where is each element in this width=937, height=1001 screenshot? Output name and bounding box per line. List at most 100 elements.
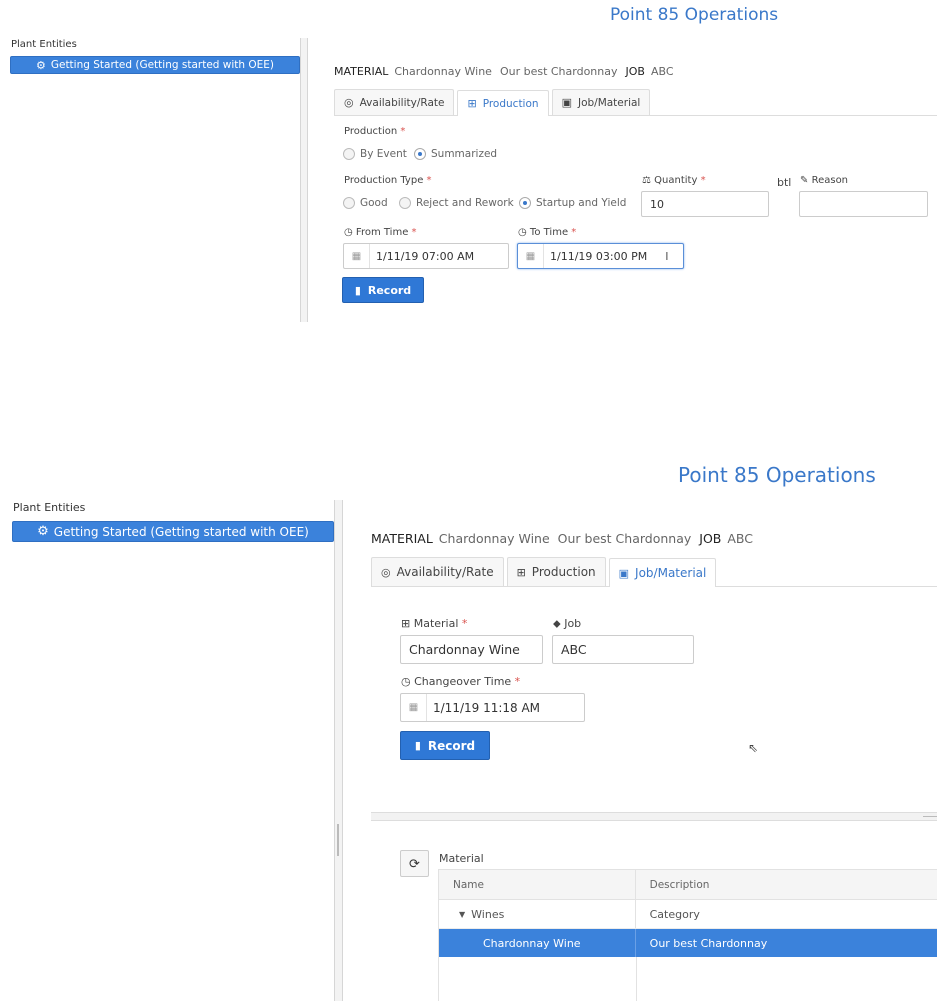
- material-desc: Our best Chardonnay: [499, 65, 618, 78]
- clock-icon: ◷: [344, 227, 353, 238]
- sitemap-icon: ⊞: [467, 97, 477, 110]
- gear-icon: ⚙: [37, 524, 49, 539]
- splitter-grip: [923, 816, 937, 817]
- pencil-icon: ✎: [800, 175, 809, 186]
- from-time-label: ◷ From Time *: [344, 227, 417, 238]
- tab-production[interactable]: ⊞ Production: [457, 90, 549, 116]
- tab-label: Production: [531, 565, 596, 579]
- required-marker: *: [571, 227, 577, 238]
- entity-button[interactable]: ⚙ Getting Started (Getting started with …: [10, 56, 300, 74]
- job-input[interactable]: ABC: [552, 635, 694, 664]
- job-key: JOB: [699, 531, 722, 546]
- to-time-label: ◷ To Time *: [518, 227, 576, 238]
- unit-label: btl: [777, 176, 792, 189]
- radio-summarized[interactable]: Summarized: [414, 148, 497, 160]
- material-label: ⊞ Material *: [401, 617, 467, 630]
- to-time-value: 1/11/19 03:00 PM: [550, 249, 648, 263]
- book-icon: ▮: [354, 283, 361, 297]
- radio-dot: [343, 197, 355, 209]
- radio-by-event[interactable]: By Event: [343, 148, 407, 160]
- required-marker: *: [700, 175, 706, 186]
- description-cell: Category: [649, 907, 700, 921]
- horizontal-splitter[interactable]: [371, 812, 937, 821]
- entity-button-label: Getting Started (Getting started with OE…: [53, 524, 309, 539]
- caret-down-icon[interactable]: ▼: [459, 910, 465, 919]
- table-row-selected[interactable]: Chardonnay Wine Our best Chardonnay: [439, 929, 937, 957]
- tab-availability-rate[interactable]: ◎ Availability/Rate: [371, 557, 504, 586]
- record-button[interactable]: ▮ Record: [400, 731, 490, 760]
- sidebar-label: Plant Entities: [11, 39, 77, 50]
- record-button-label: Record: [427, 738, 476, 753]
- tab-job-material[interactable]: ▣ Job/Material: [551, 89, 651, 115]
- cube-icon: ▣: [618, 566, 630, 580]
- tab-bar: ◎ Availability/Rate ⊞ Production ▣ Job/Mate…: [334, 89, 937, 116]
- calendar-icon[interactable]: ▦: [518, 244, 544, 268]
- calendar-icon[interactable]: ▦: [401, 694, 427, 721]
- tab-availability-rate[interactable]: ◎ Availability/Rate: [334, 89, 455, 115]
- context-line: MATERIAL Chardonnay Wine Our best Chardonn…: [334, 65, 682, 78]
- clock-icon: ◷: [518, 227, 527, 238]
- required-marker: *: [400, 126, 406, 137]
- required-marker: *: [426, 175, 432, 186]
- sitemap-icon: ⊞: [516, 565, 526, 579]
- row-name: Wines: [471, 907, 505, 921]
- quantity-input[interactable]: 10: [641, 191, 769, 217]
- tab-label: Availability/Rate: [359, 96, 445, 109]
- table-row[interactable]: ▼ Wines Category: [439, 900, 937, 929]
- tag-icon: ⬥: [553, 617, 561, 630]
- cube-icon: ▣: [561, 96, 572, 109]
- text-cursor-icon: I: [665, 249, 669, 263]
- gauge-icon: ◎: [344, 96, 354, 109]
- radio-reject-rework[interactable]: Reject and Rework: [399, 197, 514, 209]
- tab-production[interactable]: ⊞ Production: [506, 557, 606, 586]
- material-name: Chardonnay Wine: [394, 65, 492, 78]
- tab-job-material[interactable]: ▣ Job/Material: [608, 558, 717, 587]
- material-name: Chardonnay Wine: [438, 531, 550, 546]
- screen-production: Point 85 Operations Plant Entities ⚙ Get…: [0, 0, 937, 322]
- grid-header: Name Description: [439, 870, 937, 900]
- radio-label: By Event: [360, 148, 407, 160]
- from-time-input[interactable]: ▦ 1/11/19 07:00 AM: [343, 243, 509, 269]
- tab-label: Availability/Rate: [396, 565, 494, 579]
- changeover-value: 1/11/19 11:18 AM: [433, 700, 541, 715]
- refresh-button[interactable]: ⟳: [400, 850, 429, 877]
- balance-icon: ⚖: [642, 175, 651, 186]
- calendar-icon[interactable]: ▦: [344, 244, 370, 268]
- mouse-pointer-icon: ⇖: [748, 741, 759, 755]
- reason-label: ✎ Reason: [800, 175, 848, 186]
- record-button[interactable]: ▮ Record: [342, 277, 424, 303]
- radio-label: Summarized: [431, 148, 498, 160]
- material-desc: Our best Chardonnay: [557, 531, 692, 546]
- splitter[interactable]: [334, 500, 343, 1001]
- material-key: MATERIAL: [334, 65, 389, 78]
- sidebar-label: Plant Entities: [13, 501, 86, 514]
- radio-label: Good: [360, 197, 388, 209]
- material-grid: Name Description ▼ Wines Category Chardon…: [438, 869, 937, 1001]
- to-time-input[interactable]: ▦ 1/11/19 03:00 PM I: [517, 243, 684, 269]
- radio-good[interactable]: Good: [343, 197, 388, 209]
- splitter[interactable]: [300, 38, 308, 322]
- radio-label: Startup and Yield: [536, 197, 627, 209]
- reason-label-text: Reason: [811, 175, 849, 186]
- spacer: [0, 322, 937, 457]
- name-cell: Chardonnay Wine: [439, 929, 636, 957]
- entity-button[interactable]: ⚙ Getting Started (Getting started with …: [12, 521, 334, 542]
- context-line: MATERIAL Chardonnay Wine Our best Chardonn…: [371, 531, 761, 546]
- material-key: MATERIAL: [371, 531, 433, 546]
- radio-dot: [343, 148, 355, 160]
- material-label-text: Material: [413, 617, 459, 630]
- radio-startup-yield[interactable]: Startup and Yield: [519, 197, 626, 209]
- reason-input[interactable]: [799, 191, 928, 217]
- changeover-input[interactable]: ▦ 1/11/19 11:18 AM: [400, 693, 585, 722]
- job-value: ABC: [727, 531, 754, 546]
- production-label-text: Production: [344, 126, 398, 137]
- required-marker: *: [514, 675, 521, 688]
- material-input[interactable]: Chardonnay Wine: [400, 635, 543, 664]
- column-header-name[interactable]: Name: [439, 870, 636, 899]
- radio-dot: [519, 197, 531, 209]
- radio-label: Reject and Rework: [416, 197, 514, 209]
- book-icon: ▮: [414, 739, 421, 752]
- column-divider: [636, 957, 637, 1001]
- to-time-label-text: To Time: [529, 227, 569, 238]
- column-header-description[interactable]: Description: [636, 870, 937, 899]
